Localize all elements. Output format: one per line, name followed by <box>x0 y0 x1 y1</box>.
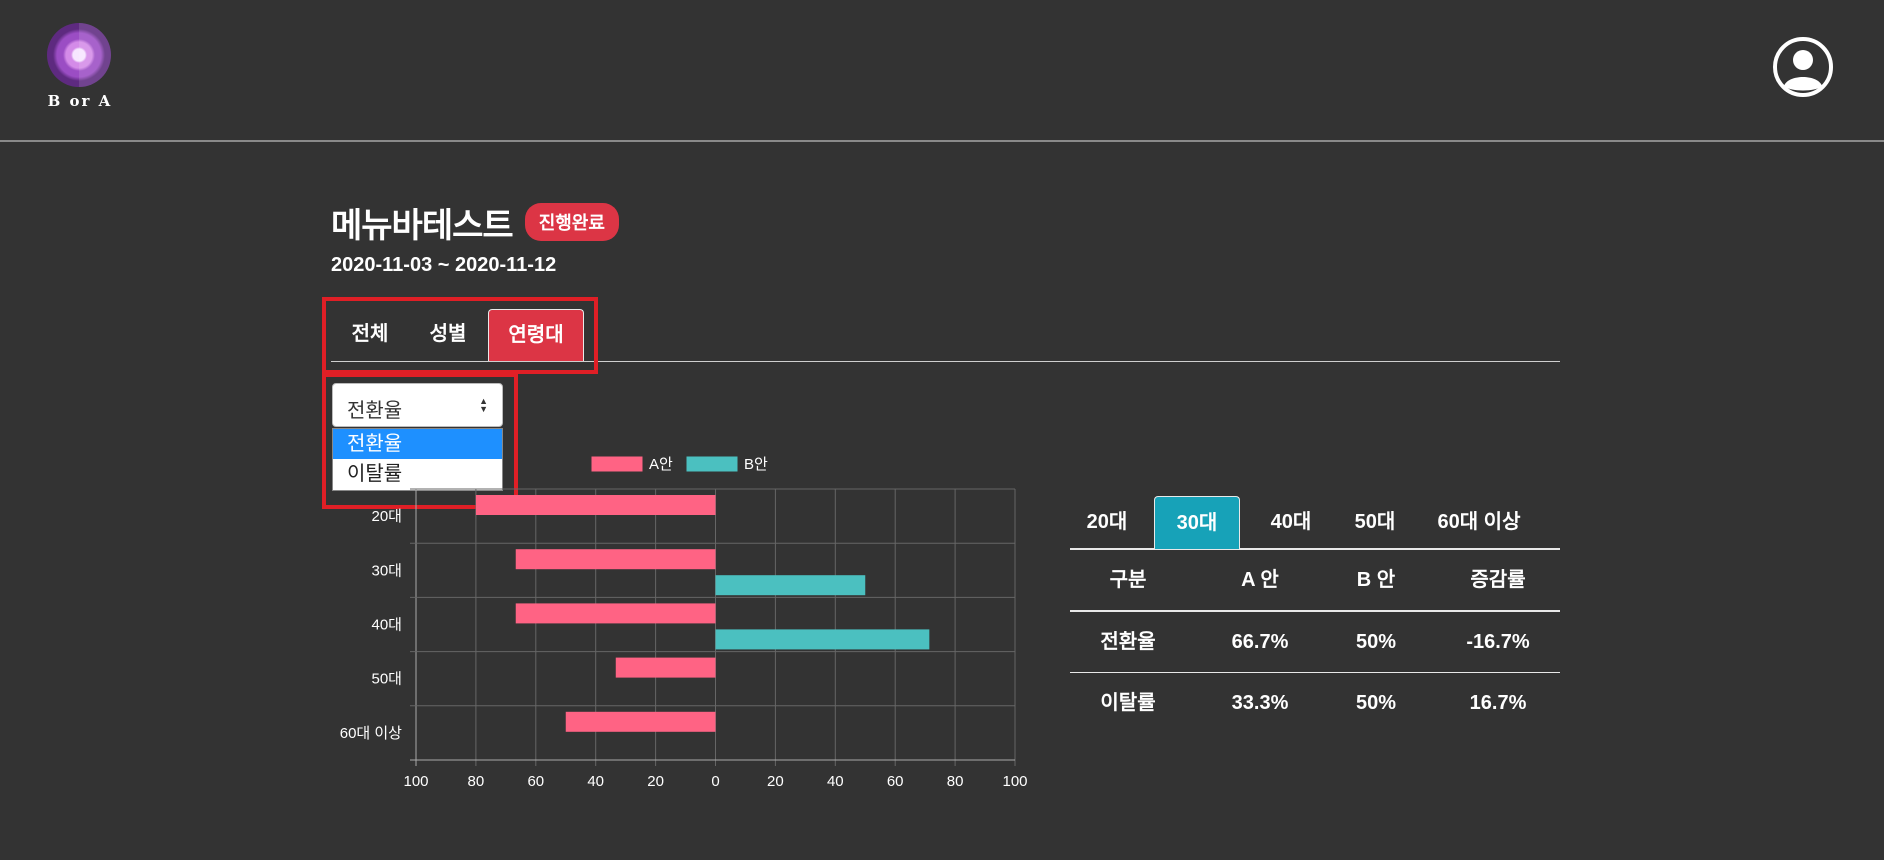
row-value-b: 50% <box>1355 692 1397 714</box>
bar-a <box>515 603 716 624</box>
row-value-a: 33.3% <box>1231 692 1289 714</box>
bar-b <box>715 629 930 650</box>
status-badge: 진행완료 <box>524 203 619 241</box>
stats-table: 구분 A 안 B 안 증감률 전환율 66.7% 50% -16.7% 이탈률 … <box>1070 550 1560 733</box>
x-tick-label: 80 <box>947 773 964 790</box>
y-tick-label: 30대 <box>372 562 403 579</box>
x-tick-label: 80 <box>468 773 485 790</box>
age-group-bar-chart: 100 80 60 40 20 0 20 40 60 80 100 20대 30대 40대 50대 60대 이… <box>340 456 1028 790</box>
y-tick-label: 60대 이상 <box>340 725 402 742</box>
header-b: B 안 <box>1356 569 1396 591</box>
bar-a <box>475 495 716 515</box>
header-divider <box>0 140 1884 142</box>
tabs-highlight-box <box>322 297 598 374</box>
age-tab-60s-plus[interactable]: 60대 이상 <box>1420 496 1538 548</box>
row-change: 16.7% <box>1469 692 1527 714</box>
row-label: 이탈률 <box>1100 692 1156 714</box>
age-tab-30s[interactable]: 30대 <box>1154 496 1240 549</box>
header-change: 증감률 <box>1470 569 1526 591</box>
legend-swatch-a <box>591 456 643 472</box>
y-tick-label: 40대 <box>372 617 403 634</box>
bar-a <box>515 549 716 570</box>
x-tick-label: 100 <box>403 773 428 790</box>
row-change: -16.7% <box>1466 631 1530 653</box>
table-row: 이탈률 33.3% 50% 16.7% <box>1070 673 1560 733</box>
app-header: B or A <box>0 0 1884 142</box>
logo-text: B or A <box>47 92 113 110</box>
y-tick-label: 20대 <box>372 508 403 525</box>
bar-a <box>615 657 716 678</box>
table-row: 전환율 66.7% 50% -16.7% <box>1070 612 1560 673</box>
date-range: 2020-11-03 ~ 2020-11-12 <box>331 254 557 276</box>
header-category: 구분 <box>1109 569 1147 591</box>
app-logo[interactable]: B or A <box>40 20 120 110</box>
page-title: 메뉴바테스트 <box>331 206 514 245</box>
age-tab-20s[interactable]: 20대 <box>1078 496 1136 548</box>
x-tick-label: 20 <box>647 773 664 790</box>
title-row: 메뉴바테스트 진행완료 <box>331 202 619 245</box>
age-tabs: 20대 30대 40대 50대 60대 이상 <box>1070 496 1560 550</box>
legend-label: A안 <box>649 456 673 473</box>
age-tab-50s[interactable]: 50대 <box>1340 496 1410 548</box>
x-tick-label: 100 <box>1002 773 1027 790</box>
x-tick-label: 0 <box>711 773 719 790</box>
user-circle-icon[interactable] <box>1772 36 1834 98</box>
row-value-b: 50% <box>1355 631 1397 653</box>
bar-a <box>565 711 716 732</box>
x-tick-label: 40 <box>827 773 844 790</box>
x-tick-label: 40 <box>587 773 604 790</box>
legend-label: B안 <box>744 456 768 473</box>
stats-header-row: 구분 A 안 B 안 증감률 <box>1070 550 1560 612</box>
logo-icon <box>47 23 111 87</box>
row-value-a: 66.7% <box>1231 631 1289 653</box>
row-label: 전환율 <box>1100 631 1156 653</box>
header-a: A 안 <box>1241 569 1279 591</box>
x-tick-label: 20 <box>767 773 784 790</box>
y-tick-label: 50대 <box>372 671 403 688</box>
x-tick-label: 60 <box>527 773 544 790</box>
x-tick-label: 60 <box>887 773 904 790</box>
bar-b <box>715 575 866 596</box>
legend-swatch-b <box>686 456 738 472</box>
age-tab-40s[interactable]: 40대 <box>1250 496 1332 548</box>
